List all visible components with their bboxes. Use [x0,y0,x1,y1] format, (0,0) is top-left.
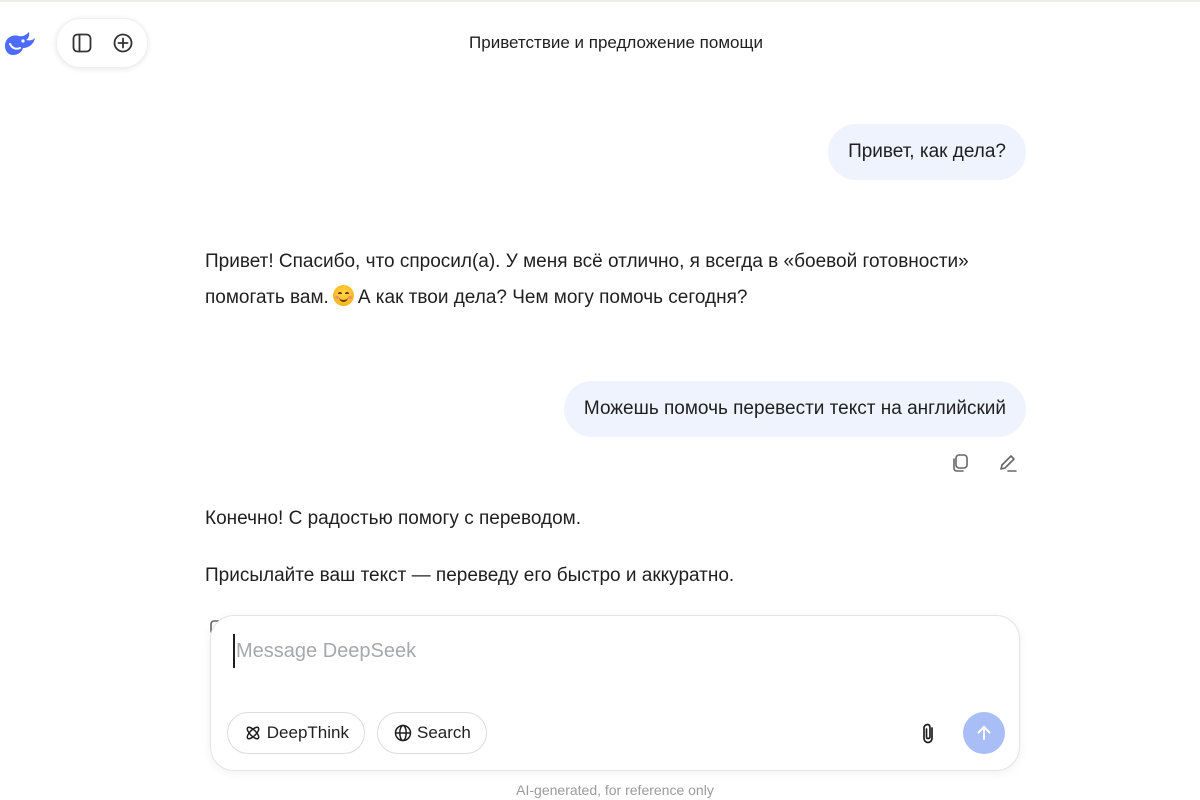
paperclip-icon[interactable] [915,720,943,748]
send-button[interactable] [963,712,1005,754]
assistant-message: Привет! Спасибо, что спросил(а). У меня … [205,244,1025,316]
window-top-border [0,0,1200,2]
chat-title: Приветствие и предложение помощи [469,33,763,52]
deepthink-button[interactable]: DeepThink [227,712,365,754]
message-input[interactable] [233,634,996,668]
user-message: Можешь помочь перевести текст на английс… [563,381,1026,437]
assistant-message-paragraph: Конечно! С радостью помогу с переводом. [205,508,581,529]
ai-disclaimer: AI-generated, for reference only [516,782,714,798]
deepthink-label: DeepThink [266,723,349,742]
copy-icon[interactable] [948,451,972,475]
assistant-message-text-continued: А как твои дела? Чем могу помочь сегодня… [357,287,748,308]
globe-icon [393,723,413,743]
smiling-face-emoji-icon [332,285,354,306]
search-button[interactable]: Search [377,712,487,754]
edit-icon[interactable] [996,451,1020,475]
search-label: Search [417,723,471,742]
atom-icon [243,723,263,743]
arrow-up-icon [977,726,991,740]
user-message: Привет, как дела? [828,124,1026,180]
assistant-message-paragraph: Присылайте ваш текст — переведу его быст… [205,565,735,586]
chat-page: Приветствие и предложение помощи Привет,… [0,0,1200,800]
message-composer: DeepThink Search [210,615,1020,771]
